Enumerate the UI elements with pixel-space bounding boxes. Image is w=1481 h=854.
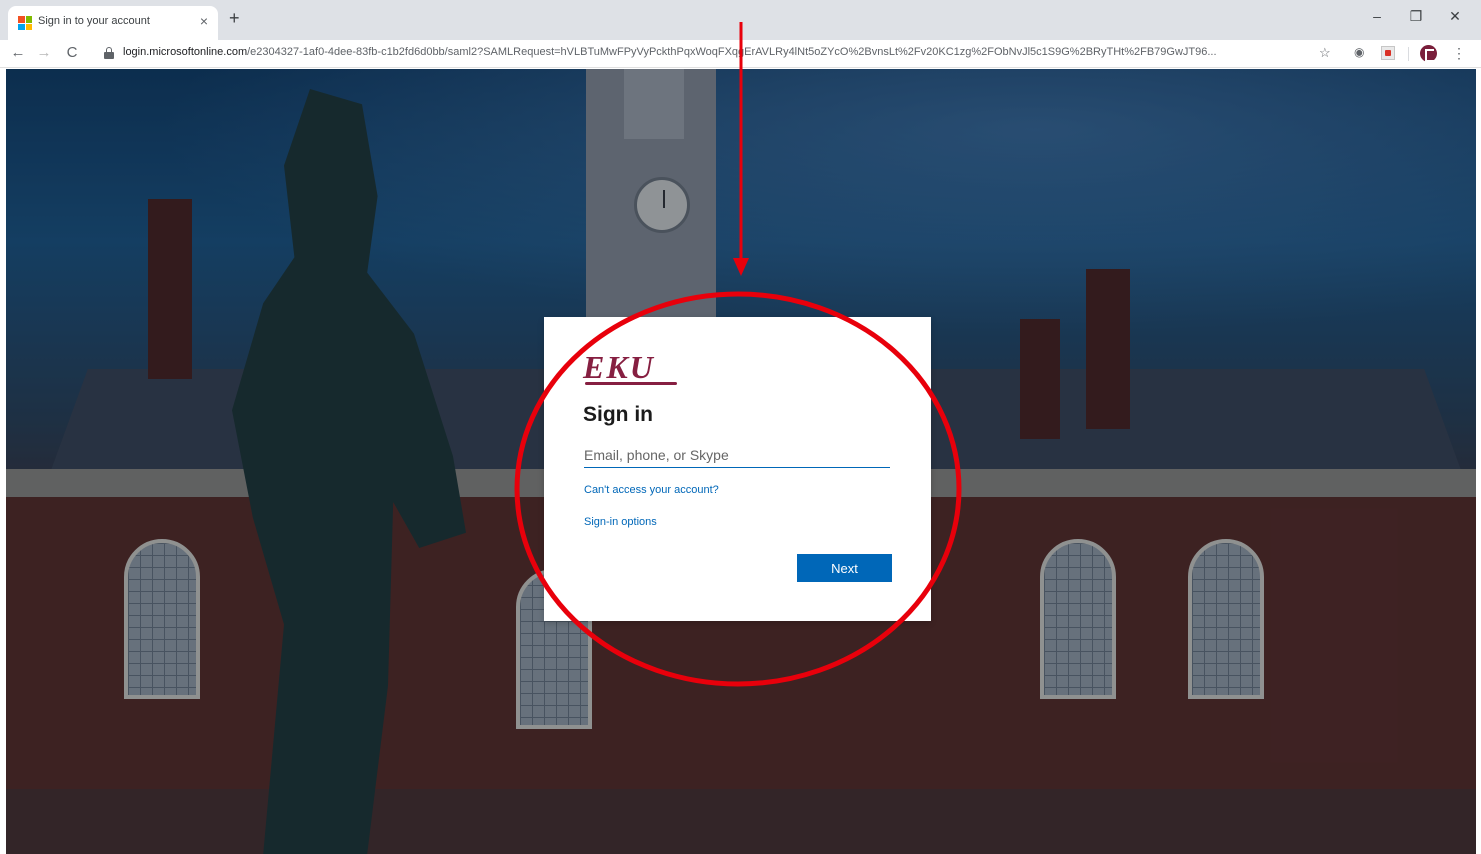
logo-text: EKU — [583, 349, 655, 385]
page-title: Sign in — [583, 403, 653, 426]
url-path: /e2304327-1af0-4dee-83fb-c1b2fd6d0bb/sam… — [247, 46, 1217, 58]
email-field[interactable] — [584, 442, 890, 468]
tab-sign-in[interactable]: Sign in to your account × — [8, 6, 218, 40]
back-button[interactable]: ← — [8, 44, 28, 61]
tab-strip: Sign in to your account × + – ❐ ✕ — [0, 0, 1481, 40]
sign-in-options-link[interactable]: Sign-in options — [584, 516, 657, 528]
browser-toolbar: ← → C login.microsoftonline.com/e2304327… — [0, 40, 1481, 68]
close-window-button[interactable]: ✕ — [1444, 8, 1466, 25]
bookmark-star-icon[interactable]: ☆ — [1319, 45, 1331, 61]
toolbar-divider — [1408, 47, 1409, 61]
new-tab-button[interactable]: + — [229, 8, 240, 29]
reload-button[interactable]: C — [62, 44, 82, 61]
sign-in-card: EKU Sign in Can't access your account? S… — [544, 317, 931, 621]
extension-circle-icon[interactable]: ◉ — [1354, 45, 1364, 59]
eku-logo: EKU — [583, 351, 693, 387]
forward-button[interactable]: → — [34, 44, 54, 61]
cant-access-link[interactable]: Can't access your account? — [584, 484, 719, 496]
restore-button[interactable]: ❐ — [1405, 8, 1427, 25]
minimize-button[interactable]: – — [1366, 8, 1388, 24]
microsoft-favicon-icon — [18, 16, 32, 30]
browser-window: Sign in to your account × + – ❐ ✕ ← → C … — [0, 0, 1481, 854]
tab-close-icon[interactable]: × — [196, 13, 212, 29]
pdf-extension-icon[interactable] — [1381, 46, 1395, 60]
tab-title: Sign in to your account — [38, 15, 150, 27]
profile-avatar-icon[interactable] — [1420, 45, 1437, 62]
address-bar[interactable]: login.microsoftonline.com/e2304327-1af0-… — [123, 46, 1303, 58]
lock-icon[interactable] — [104, 47, 114, 59]
url-host: login.microsoftonline.com — [123, 46, 248, 58]
menu-kebab-icon[interactable]: ⋮ — [1452, 45, 1466, 62]
next-button[interactable]: Next — [797, 554, 892, 582]
page-background: EKU Sign in Can't access your account? S… — [6, 69, 1476, 854]
